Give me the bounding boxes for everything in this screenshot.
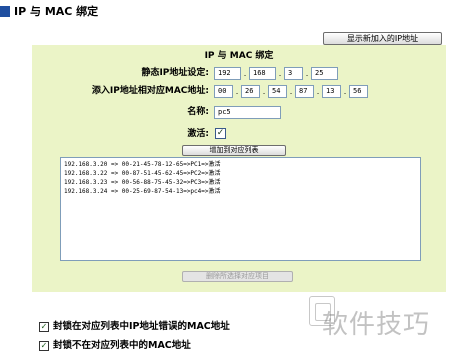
add-to-list-button[interactable]: 增加到对应列表 xyxy=(182,145,286,156)
mac-part-5-input[interactable]: 13 xyxy=(322,85,341,98)
name-label: 名称: xyxy=(187,107,209,117)
check-icon: ✓ xyxy=(40,322,48,331)
ip-octet-3-input[interactable]: 3 xyxy=(284,67,303,80)
panel-title: IP 与 MAC 绑定 xyxy=(204,51,274,61)
binding-list[interactable]: 192.168.3.20 => 00-21-45-78-12-65=>PC1=>… xyxy=(60,157,421,261)
mac-label: 添入IP地址相对应MAC地址: xyxy=(91,86,209,96)
activate-label: 激活: xyxy=(187,129,209,139)
block-wrong-mac-label: 封锁在对应列表中IP地址错误的MAC地址 xyxy=(53,321,230,332)
mac-part-1-input[interactable]: 00 xyxy=(214,85,233,98)
list-item[interactable]: 192.168.3.24 => 00-25-69-87-54-13=>pc4=>… xyxy=(64,187,417,196)
ip-separator: . xyxy=(278,69,282,78)
mac-part-3-input[interactable]: 54 xyxy=(268,85,287,98)
page-title: IP 与 MAC 绑定 xyxy=(14,5,99,18)
list-item[interactable]: 192.168.3.23 => 00-56-88-75-45-32=>PC3=>… xyxy=(64,178,417,187)
watermark-text: 软件技巧 xyxy=(322,310,431,340)
name-input[interactable]: pc5 xyxy=(214,106,281,119)
mac-part-6-input[interactable]: 56 xyxy=(349,85,368,98)
mac-part-2-input[interactable]: 26 xyxy=(241,85,260,98)
mac-separator: . xyxy=(262,87,266,96)
ip-octet-2-input[interactable]: 168 xyxy=(249,67,276,80)
list-item[interactable]: 192.168.3.22 => 00-87-51-45-62-45=>PC2=>… xyxy=(64,169,417,178)
mac-separator: . xyxy=(289,87,293,96)
ip-separator: . xyxy=(243,69,247,78)
block-unlisted-mac-checkbox[interactable]: ✓ xyxy=(39,341,49,351)
list-item[interactable]: 192.168.3.20 => 00-21-45-78-12-65=>PC1=>… xyxy=(64,160,417,169)
ip-separator: . xyxy=(305,69,309,78)
mac-separator: . xyxy=(343,87,347,96)
check-icon: ✓ xyxy=(216,128,225,138)
mac-separator: . xyxy=(316,87,320,96)
binding-panel: IP 与 MAC 绑定 静态IP地址设定: 192 . 168 . 3 . 25… xyxy=(32,45,446,292)
delete-selected-button[interactable]: 删除所选择对应项目 xyxy=(182,271,293,282)
ip-octet-1-input[interactable]: 192 xyxy=(214,67,241,80)
ip-octet-4-input[interactable]: 25 xyxy=(311,67,338,80)
block-wrong-mac-checkbox[interactable]: ✓ xyxy=(39,322,49,332)
mac-separator: . xyxy=(235,87,239,96)
check-icon: ✓ xyxy=(40,341,48,350)
mac-part-4-input[interactable]: 87 xyxy=(295,85,314,98)
activate-checkbox[interactable]: ✓ xyxy=(215,128,226,139)
block-unlisted-mac-label: 封锁不在对应列表中的MAC地址 xyxy=(53,340,191,351)
header-bullet-icon xyxy=(0,6,10,17)
show-new-ip-button[interactable]: 显示新加入的IP地址 xyxy=(323,32,442,45)
static-ip-label: 静态IP地址设定: xyxy=(141,68,209,78)
